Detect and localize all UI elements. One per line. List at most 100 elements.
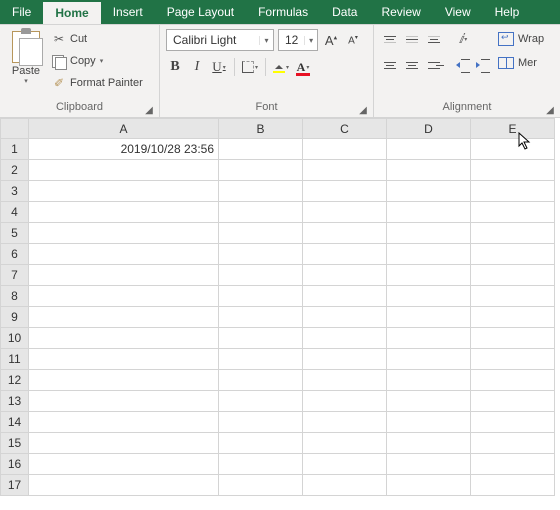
cell-E5[interactable] [471,223,555,244]
col-header-D[interactable]: D [387,119,471,139]
cell-B7[interactable] [219,265,303,286]
cell-C12[interactable] [303,370,387,391]
row-header-7[interactable]: 7 [1,265,29,286]
cell-E11[interactable] [471,349,555,370]
cell-A10[interactable] [29,328,219,349]
cell-D4[interactable] [387,202,471,223]
paste-dropdown-icon[interactable]: ▾ [24,77,28,85]
tab-help[interactable]: Help [483,0,532,24]
decrease-font-button[interactable]: A▾ [344,30,362,50]
align-bottom-button[interactable] [424,30,444,48]
cell-A2[interactable] [29,160,219,181]
cell-B3[interactable] [219,181,303,202]
cell-E9[interactable] [471,307,555,328]
row-header-8[interactable]: 8 [1,286,29,307]
cell-D10[interactable] [387,328,471,349]
cell-E13[interactable] [471,391,555,412]
cell-B15[interactable] [219,433,303,454]
cell-E4[interactable] [471,202,555,223]
cell-A8[interactable] [29,286,219,307]
cell-A14[interactable] [29,412,219,433]
font-name-combo[interactable]: Calibri Light ▾ [166,29,274,51]
cell-E2[interactable] [471,160,555,181]
cell-D8[interactable] [387,286,471,307]
align-right-button[interactable] [424,56,444,74]
clipboard-dialog-launcher-icon[interactable]: ◢ [143,103,155,115]
cell-B10[interactable] [219,328,303,349]
cell-A16[interactable] [29,454,219,475]
row-header-12[interactable]: 12 [1,370,29,391]
cell-E3[interactable] [471,181,555,202]
row-header-9[interactable]: 9 [1,307,29,328]
chevron-down-icon[interactable]: ▾ [259,36,273,45]
cell-D6[interactable] [387,244,471,265]
cell-A9[interactable] [29,307,219,328]
format-painter-button[interactable]: ✐ Format Painter [50,73,145,93]
cell-C9[interactable] [303,307,387,328]
copy-button[interactable]: Copy ▾ [50,51,145,71]
cell-C14[interactable] [303,412,387,433]
paste-button[interactable]: Paste ▾ [6,29,46,99]
tab-file[interactable]: File [0,0,43,24]
cell-E12[interactable] [471,370,555,391]
cell-C1[interactable] [303,139,387,160]
col-header-A[interactable]: A [29,119,219,139]
cell-B5[interactable] [219,223,303,244]
row-header-10[interactable]: 10 [1,328,29,349]
cell-D13[interactable] [387,391,471,412]
row-header-6[interactable]: 6 [1,244,29,265]
col-header-C[interactable]: C [303,119,387,139]
cell-D7[interactable] [387,265,471,286]
increase-indent-button[interactable] [474,55,492,75]
tab-view[interactable]: View [433,0,483,24]
cell-B16[interactable] [219,454,303,475]
cell-C3[interactable] [303,181,387,202]
font-size-combo[interactable]: 12 ▾ [278,29,318,51]
row-header-16[interactable]: 16 [1,454,29,475]
cell-D5[interactable] [387,223,471,244]
row-header-4[interactable]: 4 [1,202,29,223]
cell-A12[interactable] [29,370,219,391]
cell-B14[interactable] [219,412,303,433]
cell-B8[interactable] [219,286,303,307]
cell-B9[interactable] [219,307,303,328]
row-header-1[interactable]: 1 [1,139,29,160]
cell-D17[interactable] [387,475,471,496]
cell-C6[interactable] [303,244,387,265]
cell-E16[interactable] [471,454,555,475]
font-color-button[interactable]: A▾ [294,57,312,77]
cell-D11[interactable] [387,349,471,370]
cell-C5[interactable] [303,223,387,244]
cell-A7[interactable] [29,265,219,286]
cell-C13[interactable] [303,391,387,412]
align-top-button[interactable] [380,30,400,48]
cell-D3[interactable] [387,181,471,202]
cell-E6[interactable] [471,244,555,265]
row-header-2[interactable]: 2 [1,160,29,181]
cell-E10[interactable] [471,328,555,349]
align-left-button[interactable] [380,56,400,74]
cell-C4[interactable] [303,202,387,223]
cell-A1[interactable]: 2019/10/28 23:56 [29,139,219,160]
tab-formulas[interactable]: Formulas [246,0,320,24]
tab-data[interactable]: Data [320,0,369,24]
cell-A15[interactable] [29,433,219,454]
borders-button[interactable]: ▾ [241,57,259,77]
cell-A13[interactable] [29,391,219,412]
cell-B6[interactable] [219,244,303,265]
underline-button[interactable]: U▾ [210,57,228,77]
cell-B11[interactable] [219,349,303,370]
cell-B12[interactable] [219,370,303,391]
cell-A4[interactable] [29,202,219,223]
row-header-11[interactable]: 11 [1,349,29,370]
cut-button[interactable]: ✂ Cut [50,29,145,49]
select-all-corner[interactable] [1,119,29,139]
orientation-button[interactable]: ⅈ▾ [454,29,472,49]
increase-font-button[interactable]: A▴ [322,30,340,50]
cell-C17[interactable] [303,475,387,496]
col-header-B[interactable]: B [219,119,303,139]
cell-D2[interactable] [387,160,471,181]
cell-A6[interactable] [29,244,219,265]
align-middle-button[interactable] [402,30,422,48]
cell-D14[interactable] [387,412,471,433]
